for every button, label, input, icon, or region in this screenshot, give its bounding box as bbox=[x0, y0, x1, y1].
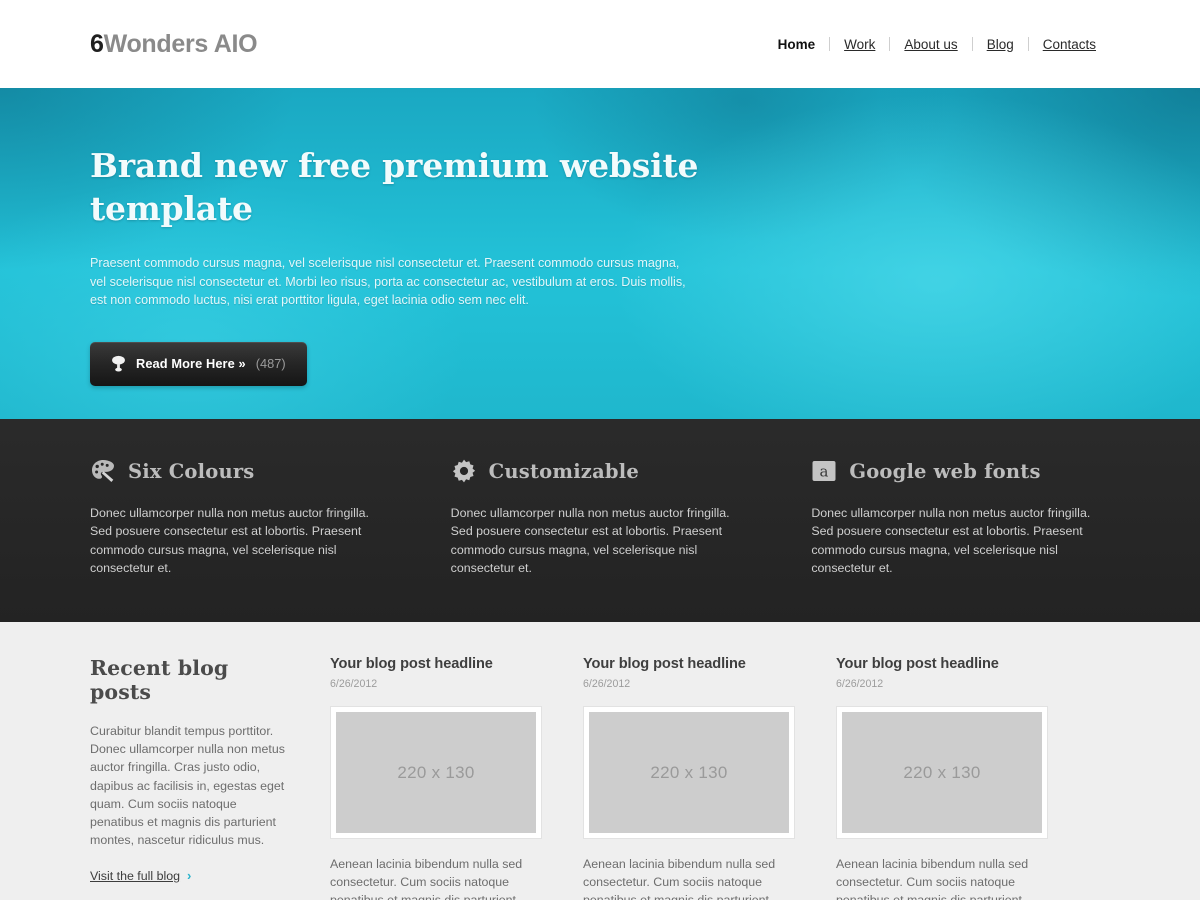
blog-post-excerpt: Aenean lacinia bibendum nulla sed consec… bbox=[583, 857, 776, 900]
feature-title: Six Colours bbox=[128, 459, 255, 483]
feature-title: Customizable bbox=[488, 459, 639, 483]
features-inner: Six Colours Donec ullamcorper nulla non … bbox=[70, 419, 1130, 577]
blog-post-date: 6/26/2012 bbox=[836, 678, 884, 690]
nav-item-home[interactable]: Home bbox=[764, 37, 830, 52]
header-inner: 6Wonders AIO Home Work About us Blog Con… bbox=[70, 0, 1130, 88]
read-more-button[interactable]: Read More Here » (487) bbox=[90, 341, 307, 386]
nav-item-contacts[interactable]: Contacts bbox=[1029, 37, 1110, 52]
blog-post-card[interactable]: Your blog post headline 6/26/2012 220 x … bbox=[330, 656, 563, 900]
nav-item-work[interactable]: Work bbox=[830, 37, 889, 52]
mushroom-icon bbox=[111, 355, 126, 373]
blog-sidebar: Recent blog posts Curabitur blandit temp… bbox=[90, 622, 292, 900]
feature-text: Donec ullamcorper nulla non metus auctor… bbox=[90, 506, 369, 575]
visit-full-blog-label: Visit the full blog bbox=[90, 868, 181, 883]
blog-post-card[interactable]: Your blog post headline 6/26/2012 220 x … bbox=[583, 656, 816, 900]
blog-section: Recent blog posts Curabitur blandit temp… bbox=[0, 622, 1200, 900]
hero-banner: Brand new free premium website template … bbox=[0, 88, 1200, 419]
blog-inner: Recent blog posts Curabitur blandit temp… bbox=[70, 622, 1130, 900]
blog-post-card[interactable]: Your blog post headline 6/26/2012 220 x … bbox=[836, 656, 1069, 900]
feature-customizable: Customizable Donec ullamcorper nulla non… bbox=[451, 419, 750, 577]
letter-a-icon: a bbox=[811, 458, 837, 484]
blog-post-excerpt: Aenean lacinia bibendum nulla sed consec… bbox=[330, 857, 523, 900]
feature-text: Donec ullamcorper nulla non metus auctor… bbox=[811, 506, 1091, 575]
site-logo[interactable]: 6Wonders AIO bbox=[90, 29, 258, 59]
feature-header: a Google web fonts bbox=[811, 419, 1110, 484]
feature-header: Six Colours bbox=[90, 419, 389, 484]
blog-post-thumbnail-label: 220 x 130 bbox=[842, 712, 1042, 833]
nav-item-blog[interactable]: Blog bbox=[973, 37, 1028, 52]
blog-post-thumbnail[interactable]: 220 x 130 bbox=[330, 706, 542, 839]
feature-header: Customizable bbox=[451, 419, 750, 484]
blog-post-thumbnail-label: 220 x 130 bbox=[589, 712, 789, 833]
blog-post-excerpt: Aenean lacinia bibendum nulla sed consec… bbox=[836, 857, 1029, 900]
blog-post-title[interactable]: Your blog post headline bbox=[583, 656, 816, 672]
main-navigation: Home Work About us Blog Contacts bbox=[764, 37, 1110, 52]
gear-icon bbox=[451, 458, 477, 484]
feature-text: Donec ullamcorper nulla non metus auctor… bbox=[450, 506, 730, 575]
blog-post-date: 6/26/2012 bbox=[330, 678, 378, 690]
blog-sidebar-title: Recent blog posts bbox=[90, 656, 229, 704]
blog-post-thumbnail[interactable]: 220 x 130 bbox=[583, 706, 795, 839]
hero-inner: Brand new free premium website template … bbox=[70, 88, 1130, 386]
blog-post-title[interactable]: Your blog post headline bbox=[836, 656, 1069, 672]
logo-accent: 6 bbox=[90, 29, 104, 58]
logo-text: Wonders AIO bbox=[103, 29, 258, 58]
hero-paragraph: Praesent commodo cursus magna, vel scele… bbox=[90, 256, 686, 307]
read-more-count: (487) bbox=[255, 356, 286, 371]
features-section: Six Colours Donec ullamcorper nulla non … bbox=[0, 419, 1200, 622]
page-root: 6Wonders AIO Home Work About us Blog Con… bbox=[0, 0, 1200, 900]
blog-post-thumbnail[interactable]: 220 x 130 bbox=[836, 706, 1048, 839]
blog-post-thumbnail-label: 220 x 130 bbox=[336, 712, 536, 833]
blog-sidebar-text: Curabitur blandit tempus porttitor. Done… bbox=[90, 724, 285, 848]
nav-item-about-us[interactable]: About us bbox=[890, 37, 971, 52]
read-more-label: Read More Here » bbox=[136, 356, 246, 371]
site-header: 6Wonders AIO Home Work About us Blog Con… bbox=[0, 0, 1200, 88]
visit-full-blog-link[interactable]: Visit the full blog › bbox=[90, 868, 191, 883]
blog-post-title[interactable]: Your blog post headline bbox=[330, 656, 563, 672]
blog-post-list: Your blog post headline 6/26/2012 220 x … bbox=[330, 622, 1069, 900]
feature-google-web-fonts: a Google web fonts Donec ullamcorper nul… bbox=[811, 419, 1110, 577]
blog-post-date: 6/26/2012 bbox=[583, 678, 631, 690]
feature-six-colours: Six Colours Donec ullamcorper nulla non … bbox=[90, 419, 389, 577]
feature-title: Google web fonts bbox=[849, 459, 1041, 483]
chevron-right-icon: › bbox=[187, 868, 192, 884]
svg-text:a: a bbox=[820, 463, 829, 481]
hero-title: Brand new free premium website template bbox=[90, 146, 699, 228]
palette-icon bbox=[90, 458, 116, 484]
